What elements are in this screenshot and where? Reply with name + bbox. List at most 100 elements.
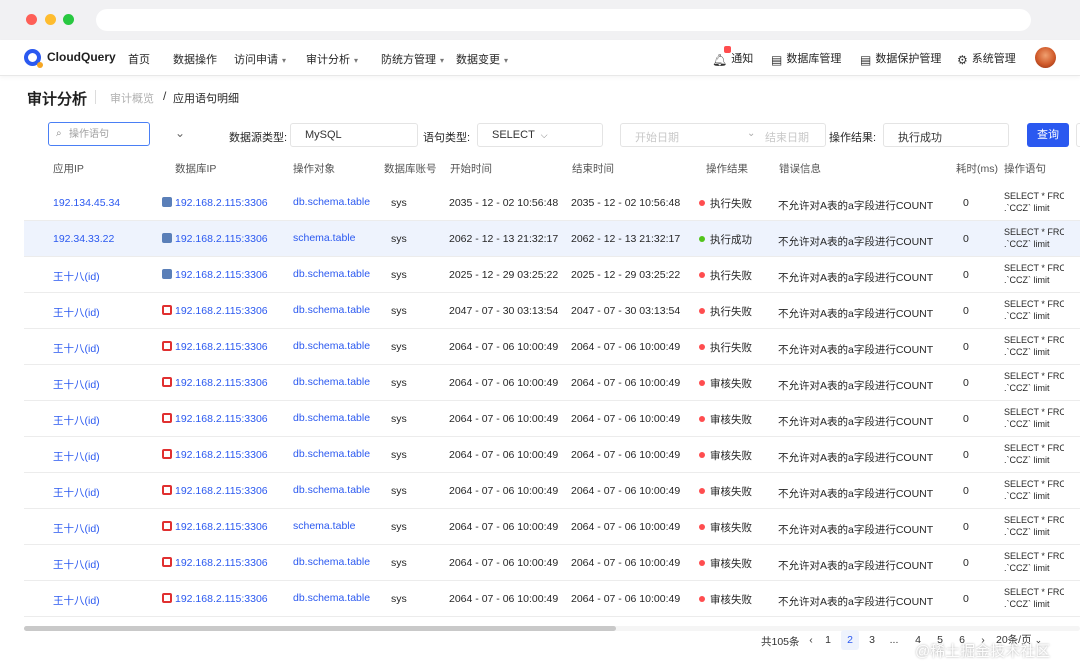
horizontal-scrollbar-thumb[interactable] bbox=[24, 626, 616, 631]
nav-item-audit-analysis[interactable]: 审计分析 ▾ bbox=[306, 51, 358, 67]
statement-cell[interactable]: SELECT * FRO .`CCZ` limit bbox=[1004, 226, 1064, 250]
page-button[interactable]: 2 bbox=[841, 630, 859, 650]
db-ip-cell[interactable]: 192.168.2.115:3306 bbox=[162, 377, 268, 389]
app-ip-link[interactable]: 王十八(id) bbox=[53, 305, 100, 320]
result-select[interactable]: 执行成功 bbox=[883, 123, 1009, 147]
app-ip-link[interactable]: 王十八(id) bbox=[53, 557, 100, 572]
db-ip-cell[interactable]: 192.168.2.115:3306 bbox=[162, 557, 268, 569]
prev-page-icon[interactable]: ‹ bbox=[802, 630, 820, 650]
table-row[interactable]: 王十八(id) 192.168.2.115:3306 db.schema.table… bbox=[24, 365, 1080, 401]
table-row[interactable]: 王十八(id) 192.168.2.115:3306 db.schema.table… bbox=[24, 581, 1080, 617]
db-ip-cell[interactable]: 192.168.2.115:3306 bbox=[162, 593, 268, 605]
table-row[interactable]: 192.134.45.34 192.168.2.115:3306 db.schema… bbox=[24, 185, 1080, 221]
page-button[interactable]: 3 bbox=[863, 630, 881, 650]
target-link[interactable]: db.schema.table bbox=[293, 376, 370, 388]
avatar[interactable] bbox=[1035, 47, 1056, 68]
db-ip-cell[interactable]: 192.168.2.115:3306 bbox=[162, 269, 268, 281]
statement-search-input[interactable] bbox=[69, 126, 147, 142]
error-cell: 不允许对A表的a字段进行COUNT bbox=[778, 344, 934, 356]
statement-cell[interactable]: SELECT * FRO .`CCZ` limit bbox=[1004, 370, 1064, 394]
db-ip-cell[interactable]: 192.168.2.115:3306 bbox=[162, 233, 268, 245]
table-row[interactable]: 王十八(id) 192.168.2.115:3306 db.schema.table… bbox=[24, 257, 1080, 293]
table-row[interactable]: 王十八(id) 192.168.2.115:3306 db.schema.table… bbox=[24, 545, 1080, 581]
pagination-ellipsis[interactable]: ... bbox=[885, 630, 903, 650]
table-row[interactable]: 192.34.33.22 192.168.2.115:3306 schema.tab… bbox=[24, 221, 1080, 257]
nav-item-access-request[interactable]: 访问申请 ▾ bbox=[234, 51, 286, 67]
app-ip-link[interactable]: 王十八(id) bbox=[53, 593, 100, 608]
app-ip-link[interactable]: 王十八(id) bbox=[53, 269, 100, 284]
target-link[interactable]: db.schema.table bbox=[293, 556, 370, 568]
page-button[interactable]: 1 bbox=[819, 630, 837, 650]
target-link[interactable]: db.schema.table bbox=[293, 304, 370, 316]
app-ip-link[interactable]: 192.134.45.34 bbox=[53, 197, 120, 209]
target-link[interactable]: schema.table bbox=[293, 232, 355, 244]
db-ip-cell[interactable]: 192.168.2.115:3306 bbox=[162, 485, 268, 497]
statement-cell[interactable]: SELECT * FRO .`CCZ` limit bbox=[1004, 262, 1064, 286]
table-row[interactable]: 王十八(id) 192.168.2.115:3306 db.schema.table… bbox=[24, 329, 1080, 365]
statement-cell[interactable]: SELECT * FRO .`CCZ` limit bbox=[1004, 478, 1064, 502]
datasource-select[interactable]: MySQL bbox=[290, 123, 418, 147]
statement-cell[interactable]: SELECT * FRO .`CCZ` limit bbox=[1004, 586, 1064, 610]
target-link[interactable]: db.schema.table bbox=[293, 196, 370, 208]
db-ip-cell[interactable]: 192.168.2.115:3306 bbox=[162, 413, 268, 425]
error-cell: 不允许对A表的a字段进行COUNT bbox=[778, 380, 934, 392]
app-ip-link[interactable]: 192.34.33.22 bbox=[53, 233, 114, 245]
db-ip-cell[interactable]: 192.168.2.115:3306 bbox=[162, 341, 268, 353]
table-row[interactable]: 王十八(id) 192.168.2.115:3306 db.schema.table… bbox=[24, 401, 1080, 437]
statement-cell[interactable]: SELECT * FRO .`CCZ` limit bbox=[1004, 190, 1064, 214]
data-protect-link[interactable]: ▤ 数据保护管理 bbox=[860, 50, 941, 67]
maximize-window-button[interactable] bbox=[63, 14, 74, 25]
app-ip-link[interactable]: 王十八(id) bbox=[53, 449, 100, 464]
notify-link[interactable]: 🔔︎ 通知 bbox=[712, 50, 753, 67]
statement-search-field[interactable]: ⌕ bbox=[48, 122, 150, 146]
statement-cell[interactable]: SELECT * FRO .`CCZ` limit bbox=[1004, 514, 1064, 538]
target-link[interactable]: db.schema.table bbox=[293, 268, 370, 280]
close-window-button[interactable] bbox=[26, 14, 37, 25]
breadcrumb-parent[interactable]: 审计概览 bbox=[110, 90, 154, 106]
chevron-down-icon[interactable]: ⌄ bbox=[175, 126, 185, 140]
result-text: 执行失败 bbox=[710, 270, 752, 282]
table-row[interactable]: 王十八(id) 192.168.2.115:3306 schema.table sys… bbox=[24, 509, 1080, 545]
result-text: 审核失败 bbox=[710, 378, 752, 390]
target-link[interactable]: schema.table bbox=[293, 520, 355, 532]
nav-item-data-operation[interactable]: 数据操作 bbox=[173, 51, 217, 67]
statement-cell[interactable]: SELECT * FRO .`CCZ` limit bbox=[1004, 442, 1064, 466]
target-link[interactable]: db.schema.table bbox=[293, 448, 370, 460]
date-range-picker[interactable]: 开始日期 ⌄ 结束日期 bbox=[620, 123, 826, 147]
account-cell: sys bbox=[391, 305, 407, 317]
statement-cell[interactable]: SELECT * FRO .`CCZ` limit bbox=[1004, 334, 1064, 358]
nav-item-data-change[interactable]: 数据变更 ▾ bbox=[456, 51, 508, 67]
db-ip-cell[interactable]: 192.168.2.115:3306 bbox=[162, 521, 268, 533]
table-row[interactable]: 王十八(id) 192.168.2.115:3306 db.schema.table… bbox=[24, 437, 1080, 473]
stmt-type-label: 语句类型: bbox=[423, 132, 471, 144]
duration-cell: 0 bbox=[963, 521, 969, 533]
target-link[interactable]: db.schema.table bbox=[293, 412, 370, 424]
stmt-type-select[interactable]: SELECT ⌵ bbox=[477, 123, 603, 147]
result-cell: 审核失败 bbox=[699, 484, 752, 499]
minimize-window-button[interactable] bbox=[45, 14, 56, 25]
nav-item-anti-statistics[interactable]: 防统方管理 ▾ bbox=[381, 51, 444, 67]
db-manage-link[interactable]: ▤ 数据库管理 bbox=[771, 50, 841, 67]
target-link[interactable]: db.schema.table bbox=[293, 592, 370, 604]
db-ip-cell[interactable]: 192.168.2.115:3306 bbox=[162, 197, 268, 209]
statement-line-2: .`CCZ` limit bbox=[1004, 239, 1050, 249]
app-ip-link[interactable]: 王十八(id) bbox=[53, 485, 100, 500]
table-row[interactable]: 王十八(id) 192.168.2.115:3306 db.schema.table… bbox=[24, 473, 1080, 509]
app-ip-link[interactable]: 王十八(id) bbox=[53, 341, 100, 356]
app-ip-link[interactable]: 王十八(id) bbox=[53, 377, 100, 392]
statement-cell[interactable]: SELECT * FRO .`CCZ` limit bbox=[1004, 406, 1064, 430]
system-manage-link[interactable]: ⚙ 系统管理 bbox=[957, 50, 1016, 67]
app-ip-link[interactable]: 王十八(id) bbox=[53, 521, 100, 536]
address-bar[interactable] bbox=[96, 9, 1031, 31]
db-ip-cell[interactable]: 192.168.2.115:3306 bbox=[162, 305, 268, 317]
table-row[interactable]: 王十八(id) 192.168.2.115:3306 db.schema.table… bbox=[24, 293, 1080, 329]
app-ip-link[interactable]: 王十八(id) bbox=[53, 413, 100, 428]
db-ip-cell[interactable]: 192.168.2.115:3306 bbox=[162, 449, 268, 461]
nav-item-home[interactable]: 首页 bbox=[128, 51, 150, 67]
query-button[interactable]: 查询 bbox=[1027, 123, 1069, 147]
target-link[interactable]: db.schema.table bbox=[293, 484, 370, 496]
reset-button[interactable] bbox=[1076, 123, 1080, 147]
statement-cell[interactable]: SELECT * FRO .`CCZ` limit bbox=[1004, 298, 1064, 322]
target-link[interactable]: db.schema.table bbox=[293, 340, 370, 352]
statement-cell[interactable]: SELECT * FRO .`CCZ` limit bbox=[1004, 550, 1064, 574]
